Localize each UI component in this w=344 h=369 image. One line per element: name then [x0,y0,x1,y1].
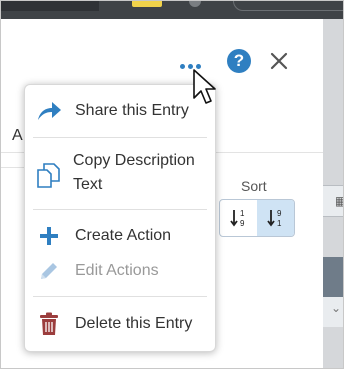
menu-item-share[interactable]: Share this Entry [25,97,215,125]
menu-item-label-line1: Copy Description [73,152,195,169]
plus-icon [35,222,63,250]
close-icon [270,52,288,70]
sort-ascending-icon: 1 9 [229,209,245,228]
share-icon [35,97,63,125]
sort-toggle: 1 9 9 1 [219,199,295,237]
menu-item-label: Delete this Entry [75,315,193,332]
menu-item-label: Edit Actions [75,262,159,279]
ellipsis-icon [180,64,185,69]
close-button[interactable] [269,45,289,77]
help-button[interactable]: ? [227,49,251,73]
pencil-icon [35,257,63,285]
menu-item-label: Share this Entry [75,102,189,119]
chevron-down-icon: ⌄ [331,301,342,315]
trash-icon [35,310,63,338]
toolbar-highlight [132,1,162,7]
svg-text:9: 9 [277,209,282,218]
background-toolbar [1,1,343,19]
menu-divider [33,296,207,297]
menu-item-label: Create Action [75,227,172,244]
sort-descending-button[interactable]: 9 1 [257,200,294,236]
background-row [323,257,343,297]
menu-item-create-action[interactable]: Create Action [25,222,215,250]
divider [1,167,25,168]
menu-item-delete-entry[interactable]: Delete this Entry [25,310,215,338]
calendar-icon: ▦ [335,194,343,208]
toolbar-search [233,1,343,11]
entry-options-menu: Share this Entry Copy Description Text C… [24,84,216,352]
menu-item-copy-description[interactable]: Copy Description Text [25,149,215,199]
mouse-pointer-icon [192,68,218,113]
sort-label: Sort [241,178,267,194]
sort-descending-icon: 9 1 [266,209,282,228]
sort-ascending-button[interactable]: 1 9 [220,200,257,236]
toolbar-indicator [189,1,201,7]
menu-item-edit-actions: Edit Actions [25,257,215,285]
svg-text:1: 1 [240,209,245,218]
toolbar-segment [1,1,99,11]
copy-icon [35,161,63,189]
svg-text:1: 1 [277,219,282,228]
column-header: A [12,127,23,144]
menu-item-label-line2: Text [73,176,103,193]
menu-divider [33,209,207,210]
menu-divider [33,137,207,138]
svg-text:9: 9 [240,219,245,228]
